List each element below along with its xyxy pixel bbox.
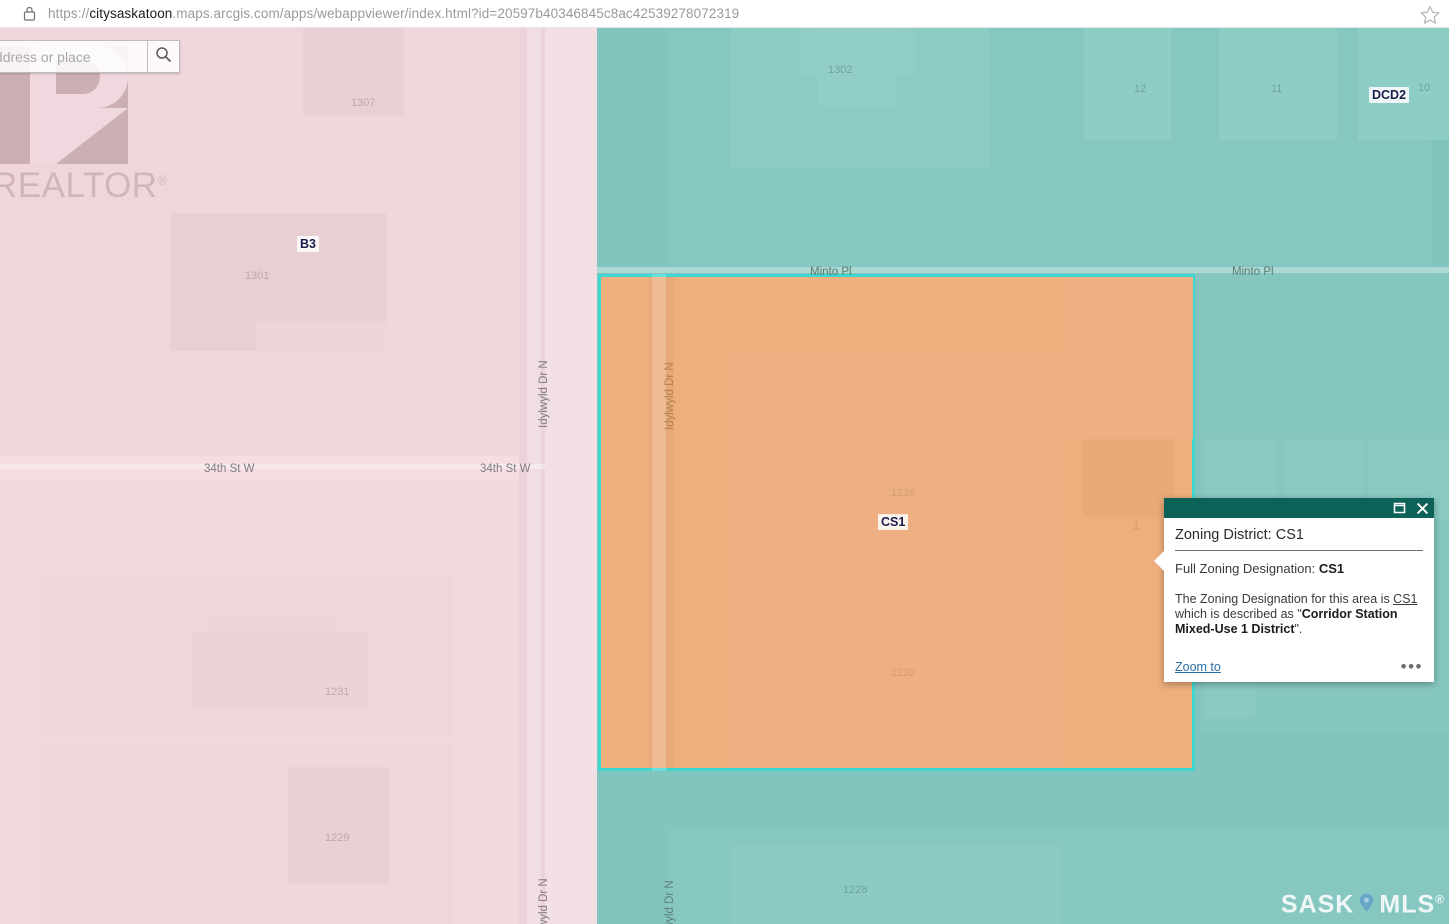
more-options-icon[interactable]: ••• bbox=[1401, 658, 1423, 675]
parcel-polygon-1229[interactable] bbox=[288, 767, 389, 884]
popup-title: Zoning District: CS1 bbox=[1175, 527, 1423, 551]
popup-designation-label: Full Zoning Designation: bbox=[1175, 561, 1319, 576]
popup-desc-part1: The Zoning Designation for this area is bbox=[1175, 592, 1394, 606]
popup-designation-value: CS1 bbox=[1318, 561, 1345, 576]
search-icon bbox=[155, 46, 172, 68]
road-line-idylwyld-1 bbox=[527, 28, 541, 924]
road-polygon-idylwyld-median bbox=[545, 28, 597, 924]
popup-pointer bbox=[1154, 550, 1165, 572]
parcel-polygon-dcd2[interactable] bbox=[1358, 28, 1449, 140]
parcel-polygon-b3-annex[interactable] bbox=[256, 321, 386, 351]
parcel-polygon-1307[interactable] bbox=[303, 28, 404, 116]
feature-popup[interactable]: Zoning District: CS1 Full Zoning Designa… bbox=[1154, 498, 1434, 683]
parcel-polygon-1[interactable] bbox=[1083, 439, 1175, 517]
parcel-polygon-1231[interactable] bbox=[192, 632, 367, 710]
road-line-minto-pl bbox=[597, 267, 1449, 273]
popup-footer: Zoom to ••• bbox=[1164, 636, 1434, 682]
lock-icon bbox=[16, 0, 42, 28]
popup-body: Zoning District: CS1 Full Zoning Designa… bbox=[1164, 518, 1434, 636]
parcel-polygon-1236[interactable] bbox=[731, 350, 1065, 510]
url-path: .maps.arcgis.com/apps/webappviewer/index… bbox=[172, 6, 740, 21]
search-input[interactable] bbox=[0, 40, 147, 73]
popup-header bbox=[1164, 498, 1434, 518]
popup-description: The Zoning Designation for this area is … bbox=[1175, 592, 1423, 636]
popup-designation-row: Full Zoning Designation: CS1 bbox=[1175, 561, 1423, 576]
popup-desc-part2: which is described as " bbox=[1175, 606, 1302, 621]
parcel-polygon-cs1-ne[interactable] bbox=[1065, 277, 1193, 439]
address-bar[interactable]: https://citysaskatoon.maps.arcgis.com/ap… bbox=[48, 6, 739, 21]
parcel-polygon-1228[interactable] bbox=[731, 846, 1061, 924]
popup-cs1-link[interactable]: CS1 bbox=[1393, 592, 1417, 606]
close-icon[interactable] bbox=[1415, 501, 1429, 515]
search-widget[interactable] bbox=[0, 40, 180, 73]
popup-desc-part3: ". bbox=[1294, 621, 1303, 636]
url-prefix: https:// bbox=[48, 6, 90, 21]
parcel-polygon-12[interactable] bbox=[1084, 28, 1171, 140]
parcel-polygon-11[interactable] bbox=[1219, 28, 1337, 140]
map-canvas[interactable]: 1307 1301 B3 1231 1229 1302 12 11 DCD2 1… bbox=[0, 28, 1449, 924]
url-host: citysaskatoon bbox=[89, 6, 173, 21]
search-button[interactable] bbox=[147, 40, 180, 73]
parcel-polygon-1232[interactable] bbox=[731, 510, 1065, 768]
road-line-34th-st-w bbox=[0, 464, 545, 469]
zoom-to-link[interactable]: Zoom to bbox=[1175, 660, 1221, 674]
browser-toolbar: https://citysaskatoon.maps.arcgis.com/ap… bbox=[0, 0, 1449, 28]
parcel-polygon-1302-b[interactable] bbox=[818, 28, 896, 106]
parcel-block-southwest[interactable] bbox=[41, 744, 453, 924]
maximize-icon[interactable] bbox=[1392, 501, 1406, 515]
bookmark-star-icon[interactable] bbox=[1419, 4, 1441, 26]
road-line-idylwyld-2 bbox=[652, 274, 666, 771]
